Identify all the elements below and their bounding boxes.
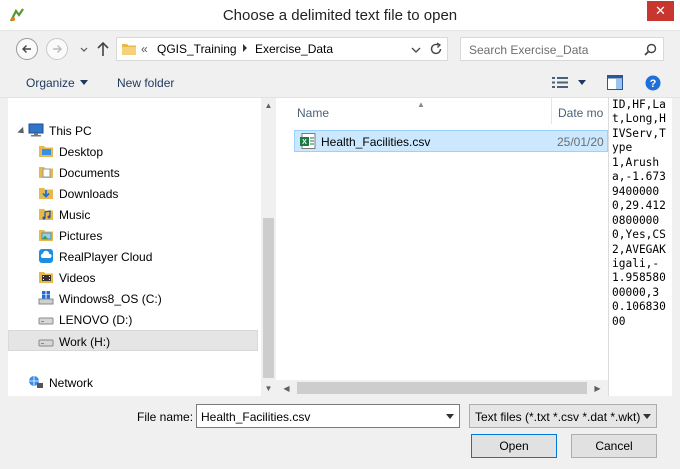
open-button[interactable]: Open (471, 434, 557, 458)
organize-button[interactable]: Organize (26, 76, 88, 90)
up-arrow-icon[interactable] (95, 40, 111, 58)
nav-item-downloads[interactable]: Downloads (8, 183, 258, 204)
nav-item-label: Downloads (59, 187, 119, 201)
nav-item-label: Videos (59, 271, 96, 285)
nav-item-windows8-os[interactable]: Windows8_OS (C:) (8, 288, 258, 309)
command-bar: Organize New folder ? (0, 67, 680, 98)
nav-item-label: Documents (59, 166, 120, 180)
nav-item-documents[interactable]: Documents (8, 162, 258, 183)
downloads-folder-icon (39, 188, 53, 199)
file-name-input[interactable]: Health_Facilities.csv (196, 404, 460, 428)
nav-item-music[interactable]: Music (8, 204, 258, 225)
address-dropdown-icon[interactable] (411, 46, 421, 54)
search-icon[interactable] (644, 43, 657, 56)
nav-item-label: This PC (49, 124, 92, 138)
documents-folder-icon (39, 167, 53, 178)
nav-item-network[interactable]: Network (8, 372, 258, 393)
forward-arrow-icon (53, 45, 62, 53)
windows-drive-icon (38, 291, 54, 305)
computer-icon (28, 123, 44, 137)
nav-item-lenovo[interactable]: LENOVO (D:) (8, 309, 258, 330)
breadcrumb-exercise-data[interactable]: Exercise_Data (255, 42, 333, 56)
dialog-footer: File name: Health_Facilities.csv Text fi… (0, 396, 680, 469)
sort-ascending-icon: ▲ (417, 100, 425, 109)
navigation-pane-scrollbar[interactable]: ▲ ▼ (261, 98, 276, 396)
back-button[interactable] (16, 38, 38, 60)
scrollbar-thumb[interactable] (263, 218, 274, 378)
file-preview-text: ID,HF,Lat,Long,HIVServ,Type 1,Arusha,-1.… (612, 98, 666, 328)
nav-item-work[interactable]: Work (H:) (8, 330, 258, 351)
title-bar: Choose a delimited text file to open ✕ (0, 0, 680, 31)
drive-icon (38, 317, 54, 325)
csv-file-icon: X (300, 133, 316, 149)
column-header-name[interactable]: Name (297, 106, 329, 120)
nav-item-label: LENOVO (D:) (59, 313, 133, 327)
forward-button[interactable] (46, 38, 68, 60)
file-name-dropdown-icon[interactable] (446, 414, 454, 419)
nav-item-label: Desktop (59, 145, 104, 159)
file-name-value: Health_Facilities.csv (201, 410, 311, 424)
file-type-dropdown-icon[interactable] (643, 414, 651, 419)
nav-item-label: RealPlayer Cloud (59, 250, 153, 264)
column-header-row: ▲ Name Date mo (276, 98, 608, 124)
file-type-select[interactable]: Text files (*.txt *.csv *.dat *.wkt) (469, 404, 657, 428)
change-view-icon[interactable] (552, 76, 568, 89)
svg-text:X: X (302, 139, 307, 146)
preview-pane-icon[interactable] (607, 75, 623, 90)
navigation-pane: This PC Desktop Documents Downloads Musi… (8, 98, 261, 396)
nav-item-label: Work (H:) (59, 335, 111, 349)
file-row[interactable]: X Health_Facilities.csv 25/01/20 (294, 130, 608, 152)
back-arrow-icon (22, 45, 31, 53)
column-header-date-modified[interactable]: Date mo (558, 106, 603, 120)
help-icon[interactable]: ? (645, 75, 661, 91)
scroll-left-icon[interactable]: ◀ (279, 381, 294, 396)
close-button[interactable]: ✕ (647, 1, 674, 21)
desktop-folder-icon (39, 146, 53, 157)
breadcrumb-qgis-training[interactable]: QGIS_Training (157, 42, 237, 56)
nav-item-videos[interactable]: Videos (8, 267, 258, 288)
navigation-bar: « QGIS_Training Exercise_Data Search Exe… (0, 31, 680, 67)
address-overflow[interactable]: « (141, 42, 148, 56)
file-name: Health_Facilities.csv (321, 135, 431, 149)
scrollbar-thumb[interactable] (297, 382, 587, 394)
nav-item-label: Network (49, 376, 94, 390)
scroll-up-icon[interactable]: ▲ (261, 98, 276, 113)
file-name-label: File name: (137, 410, 194, 424)
view-options-dropdown-icon[interactable] (578, 80, 586, 85)
scroll-right-icon[interactable]: ▶ (590, 381, 605, 396)
organize-label: Organize (26, 76, 75, 90)
network-icon (29, 376, 43, 388)
nav-item-desktop[interactable]: Desktop (8, 141, 258, 162)
file-date-modified: 25/01/20 (557, 135, 604, 149)
breadcrumb-separator-icon[interactable] (241, 43, 249, 53)
refresh-icon[interactable] (429, 42, 443, 56)
nav-item-label: Music (59, 208, 91, 222)
organize-dropdown-icon (79, 80, 88, 85)
nav-item-label: Pictures (59, 229, 103, 243)
window-title: Choose a delimited text file to open (222, 7, 458, 24)
folder-icon (122, 44, 136, 55)
drive-icon (38, 339, 54, 347)
nav-item-this-pc[interactable]: This PC (8, 120, 258, 141)
preview-pane: ID,HF,Lat,Long,HIVServ,Type 1,Arusha,-1.… (608, 98, 672, 396)
recent-locations-dropdown-icon[interactable] (78, 43, 90, 55)
cancel-button[interactable]: Cancel (571, 434, 657, 458)
scroll-down-icon[interactable]: ▼ (261, 381, 276, 396)
nav-item-label: Windows8_OS (C:) (59, 292, 162, 306)
videos-folder-icon (39, 272, 53, 283)
pictures-folder-icon (39, 230, 53, 241)
search-input[interactable]: Search Exercise_Data (460, 37, 664, 61)
file-list-horizontal-scrollbar[interactable]: ◀ ▶ (276, 380, 608, 396)
file-list: ▲ Name Date mo X Health_Facilities.csv 2… (276, 98, 608, 396)
music-folder-icon (39, 209, 53, 220)
nav-item-realplayer-cloud[interactable]: RealPlayer Cloud (8, 246, 258, 267)
address-bar[interactable]: « QGIS_Training Exercise_Data (116, 37, 448, 61)
column-divider[interactable] (551, 98, 552, 124)
svg-text:?: ? (650, 78, 657, 90)
nav-item-pictures[interactable]: Pictures (8, 225, 258, 246)
search-placeholder: Search Exercise_Data (469, 43, 589, 57)
realplayer-cloud-icon (39, 249, 53, 263)
new-folder-button[interactable]: New folder (117, 76, 174, 90)
file-type-value: Text files (*.txt *.csv *.dat *.wkt) (475, 410, 641, 424)
